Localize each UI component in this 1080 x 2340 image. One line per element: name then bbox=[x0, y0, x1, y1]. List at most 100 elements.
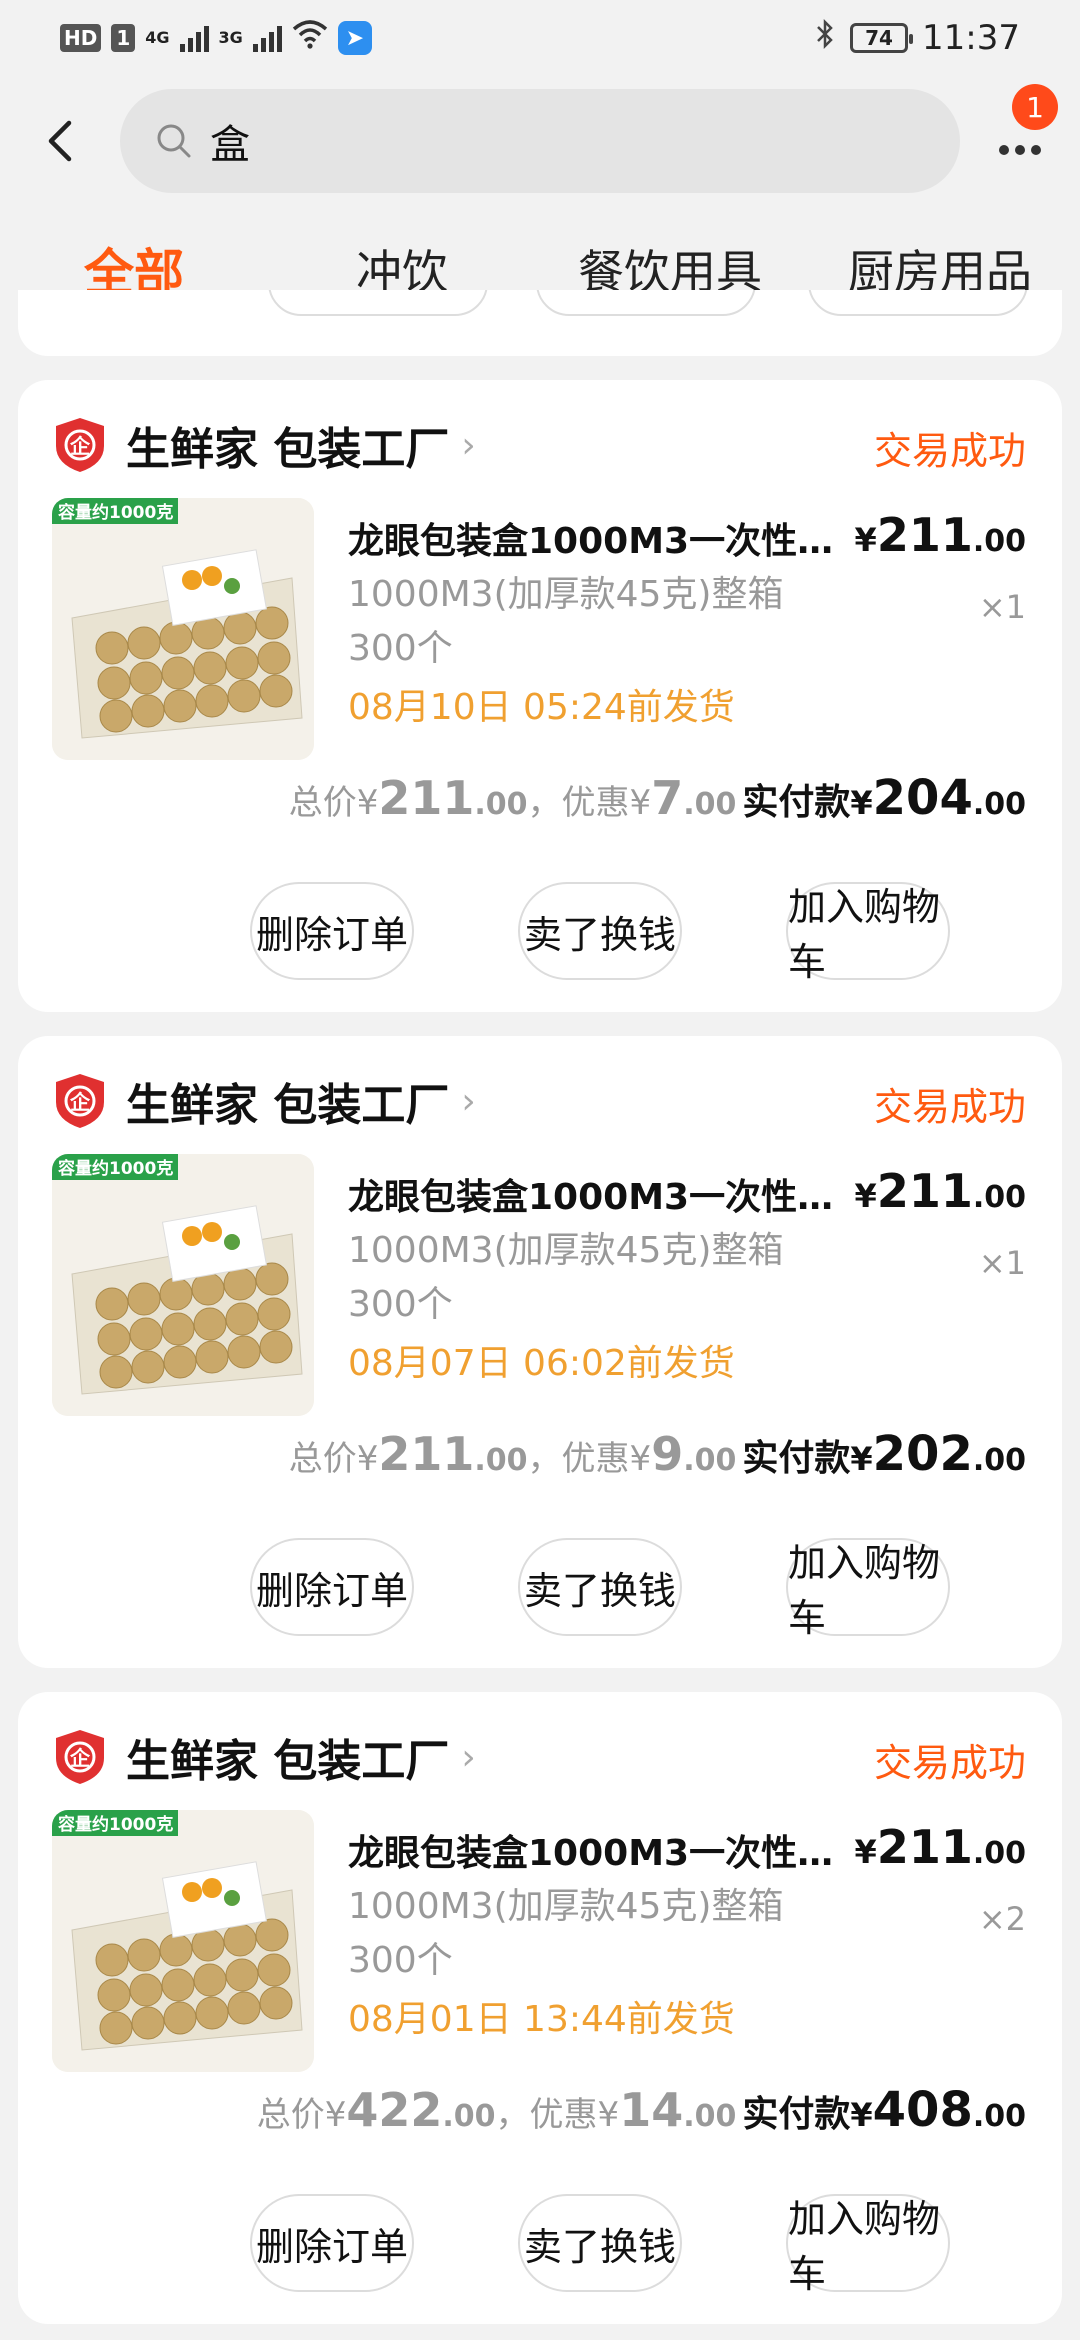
shop-link[interactable]: 企 生鲜家 包装工厂 › bbox=[54, 1066, 476, 1136]
quantity: ×1 bbox=[978, 588, 1026, 626]
paid-label: 实付款 bbox=[742, 782, 851, 823]
delete-order-button[interactable]: 删除订单 bbox=[250, 2194, 414, 2292]
sim-indicator: 1 bbox=[111, 24, 136, 52]
delete-order-button[interactable]: 删除订单 bbox=[250, 1538, 414, 1636]
unit-price: ¥211.00 bbox=[855, 1820, 1026, 1874]
discount-decimal: .00 bbox=[683, 2099, 737, 2134]
product-title[interactable]: 龙眼包装盒1000M3一次性透明塑料盒 bbox=[348, 1824, 848, 1876]
delete-order-button[interactable]: 删除订单 bbox=[250, 882, 414, 980]
enterprise-shield-icon: 企 bbox=[56, 418, 104, 472]
paid-label: 实付款 bbox=[742, 1438, 851, 1479]
partial-button[interactable] bbox=[268, 290, 488, 316]
total-decimal: .00 bbox=[442, 2099, 496, 2134]
network-type-1: 4G bbox=[145, 28, 170, 47]
quantity: ×2 bbox=[978, 1900, 1026, 1938]
shop-link[interactable]: 企 生鲜家 包装工厂 › bbox=[54, 410, 476, 480]
discount-decimal: .00 bbox=[683, 787, 737, 822]
paid-decimal: .00 bbox=[972, 787, 1026, 822]
paid-currency: ¥ bbox=[850, 784, 873, 822]
shop-link[interactable]: 企 生鲜家 包装工厂 › bbox=[54, 1722, 476, 1792]
total-label: 总价¥ bbox=[288, 783, 379, 823]
ship-deadline: 08月01日 13:44前发货 bbox=[348, 1999, 735, 2040]
paid-decimal: .00 bbox=[972, 2099, 1026, 2134]
price-decimal: .00 bbox=[972, 1836, 1026, 1871]
shop-name: 生鲜家 包装工厂 bbox=[126, 1080, 450, 1131]
total-decimal: .00 bbox=[474, 1443, 528, 1478]
price-currency: ¥ bbox=[854, 1177, 877, 1215]
quantity: ×1 bbox=[978, 1244, 1026, 1282]
partial-button[interactable] bbox=[536, 290, 756, 316]
order-summary: 总价¥ 211.00 ，优惠¥ 7.00 实付款 ¥204.00 bbox=[289, 770, 1026, 826]
chevron-right-icon: › bbox=[461, 424, 476, 466]
resell-button[interactable]: 卖了换钱 bbox=[518, 2194, 682, 2292]
price-integer: 211 bbox=[876, 1164, 973, 1218]
resell-button[interactable]: 卖了换钱 bbox=[518, 882, 682, 980]
more-dots-icon bbox=[999, 145, 1041, 155]
order-card-partial bbox=[18, 290, 1062, 356]
order-card[interactable]: 企 生鲜家 包装工厂 › 交易成功 容量约1000克 龙眼包装盒1000M3一次… bbox=[18, 380, 1062, 1012]
discount-integer: 9 bbox=[651, 1427, 684, 1481]
status-bar: HD 1 4G 3G ➤ 74 11:37 bbox=[0, 0, 1080, 76]
total-decimal: .00 bbox=[474, 787, 528, 822]
paid-integer: 202 bbox=[872, 1426, 973, 1482]
discount-label: ，优惠¥ bbox=[527, 783, 652, 823]
add-to-cart-button[interactable]: 加入购物车 bbox=[786, 2194, 950, 2296]
search-icon bbox=[157, 124, 191, 158]
paid-decimal: .00 bbox=[972, 1443, 1026, 1478]
clock: 11:37 bbox=[922, 18, 1020, 58]
chevron-right-icon: › bbox=[461, 1736, 476, 1778]
order-card[interactable]: 企 生鲜家 包装工厂 › 交易成功 容量约1000克 龙眼包装盒1000M3一次… bbox=[18, 1692, 1062, 2324]
chevron-left-icon bbox=[48, 120, 72, 162]
total-label: 总价¥ bbox=[256, 2095, 347, 2135]
ship-deadline: 08月07日 06:02前发货 bbox=[348, 1343, 735, 1384]
price-decimal: .00 bbox=[972, 524, 1026, 559]
chevron-right-icon: › bbox=[461, 1080, 476, 1122]
product-thumbnail[interactable]: 容量约1000克 bbox=[52, 1810, 314, 2072]
price-integer: 211 bbox=[876, 1820, 973, 1874]
svg-text:企: 企 bbox=[69, 1090, 91, 1114]
svg-text:企: 企 bbox=[69, 1746, 91, 1770]
discount-integer: 14 bbox=[619, 2083, 684, 2137]
app-notification-icon: ➤ bbox=[337, 21, 372, 55]
paid-label: 实付款 bbox=[742, 2094, 851, 2135]
wifi-icon bbox=[292, 19, 328, 57]
product-thumbnail[interactable]: 容量约1000克 bbox=[52, 1154, 314, 1416]
order-status: 交易成功 bbox=[873, 1085, 1026, 1129]
product-spec: 1000M3(加厚款45克)整箱300个 bbox=[348, 1230, 784, 1325]
thumb-label: 容量约1000克 bbox=[58, 1158, 173, 1179]
discount-integer: 7 bbox=[651, 771, 684, 825]
total-label: 总价¥ bbox=[288, 1439, 379, 1479]
svg-text:企: 企 bbox=[69, 434, 91, 458]
signal-icon-2 bbox=[252, 24, 282, 52]
partial-button[interactable] bbox=[808, 290, 1028, 316]
total-integer: 211 bbox=[378, 771, 475, 825]
network-type-2: 3G bbox=[218, 28, 243, 47]
ship-deadline: 08月10日 05:24前发货 bbox=[348, 687, 735, 728]
search-header: 盒 1 bbox=[0, 76, 1080, 206]
back-button[interactable] bbox=[0, 76, 120, 206]
paid-integer: 408 bbox=[872, 2082, 973, 2138]
resell-button[interactable]: 卖了换钱 bbox=[518, 1538, 682, 1636]
order-card[interactable]: 企 生鲜家 包装工厂 › 交易成功 容量约1000克 龙眼包装盒1000M3一次… bbox=[18, 1036, 1062, 1668]
notification-badge: 1 bbox=[1012, 84, 1058, 130]
product-title[interactable]: 龙眼包装盒1000M3一次性透明塑料盒 bbox=[348, 512, 848, 564]
battery-icon: 74 bbox=[850, 23, 914, 53]
order-summary: 总价¥ 211.00 ，优惠¥ 9.00 实付款 ¥202.00 bbox=[289, 1426, 1026, 1482]
price-integer: 211 bbox=[876, 508, 973, 562]
price-currency: ¥ bbox=[854, 521, 877, 559]
shop-name: 生鲜家 包装工厂 bbox=[126, 424, 450, 475]
thumb-label: 容量约1000克 bbox=[58, 502, 173, 523]
more-options-button[interactable]: 1 bbox=[960, 76, 1080, 206]
search-input[interactable]: 盒 bbox=[120, 89, 960, 193]
add-to-cart-button[interactable]: 加入购物车 bbox=[786, 1538, 950, 1640]
product-title[interactable]: 龙眼包装盒1000M3一次性透明塑料盒 bbox=[348, 1168, 848, 1220]
enterprise-shield-icon: 企 bbox=[56, 1730, 104, 1784]
bluetooth-icon bbox=[814, 18, 836, 58]
order-status: 交易成功 bbox=[873, 429, 1026, 473]
order-status: 交易成功 bbox=[873, 1741, 1026, 1785]
product-spec: 1000M3(加厚款45克)整箱300个 bbox=[348, 574, 784, 669]
add-to-cart-button[interactable]: 加入购物车 bbox=[786, 882, 950, 984]
search-query-text: 盒 bbox=[210, 122, 250, 168]
paid-currency: ¥ bbox=[850, 2096, 873, 2134]
product-thumbnail[interactable]: 容量约1000克 bbox=[52, 498, 314, 760]
